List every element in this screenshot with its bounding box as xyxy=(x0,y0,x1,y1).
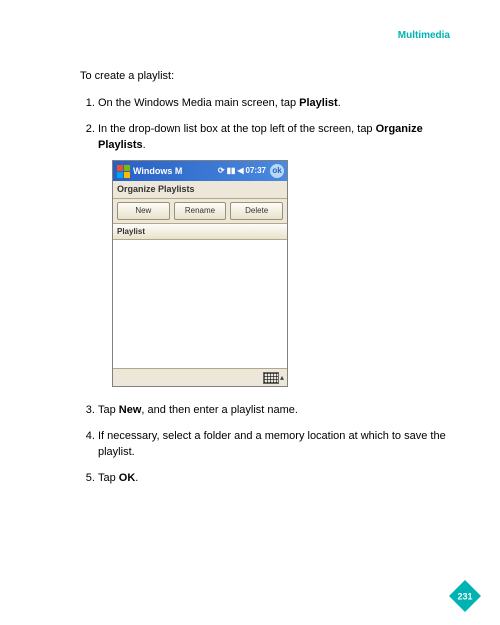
delete-button[interactable]: Delete xyxy=(230,202,283,220)
page-number: 231 xyxy=(457,591,472,601)
instruction-list: On the Windows Media main screen, tap Pl… xyxy=(80,96,450,487)
playlist-list[interactable] xyxy=(113,240,287,368)
signal-icon: ▮▮ xyxy=(227,165,236,177)
clock-time: 07:37 xyxy=(246,165,266,177)
intro-text: To create a playlist: xyxy=(80,69,450,84)
new-button[interactable]: New xyxy=(117,202,170,220)
status-icons: ⟳ ▮▮ ◀ 07:37 ok xyxy=(218,164,284,178)
rename-button[interactable]: Rename xyxy=(174,202,227,220)
section-header: Multimedia xyxy=(80,30,450,41)
list-column-header: Playlist xyxy=(113,224,287,241)
speaker-icon: ◀ xyxy=(237,165,243,177)
keyboard-arrow-icon[interactable]: ▴ xyxy=(280,372,284,384)
step-2: In the drop-down list box at the top lef… xyxy=(98,122,450,387)
step-4: If necessary, select a folder and a memo… xyxy=(98,429,450,461)
window-title: Windows M xyxy=(133,165,218,178)
bottom-bar: ▴ xyxy=(113,368,287,386)
keyboard-icon[interactable] xyxy=(263,372,279,384)
toolbar: New Rename Delete xyxy=(113,199,287,224)
page-number-badge: 231 xyxy=(448,579,482,613)
titlebar: Windows M ⟳ ▮▮ ◀ 07:37 ok xyxy=(113,161,287,181)
screen-subtitle: Organize Playlists xyxy=(113,181,287,199)
ok-button[interactable]: ok xyxy=(270,164,284,178)
sync-icon: ⟳ xyxy=(218,165,225,177)
step-5: Tap OK. xyxy=(98,471,450,487)
step-1: On the Windows Media main screen, tap Pl… xyxy=(98,96,450,112)
windows-logo-icon xyxy=(116,164,130,178)
step-3: Tap New, and then enter a playlist name. xyxy=(98,403,450,419)
embedded-screenshot: Windows M ⟳ ▮▮ ◀ 07:37 ok Organize Playl… xyxy=(112,160,288,387)
